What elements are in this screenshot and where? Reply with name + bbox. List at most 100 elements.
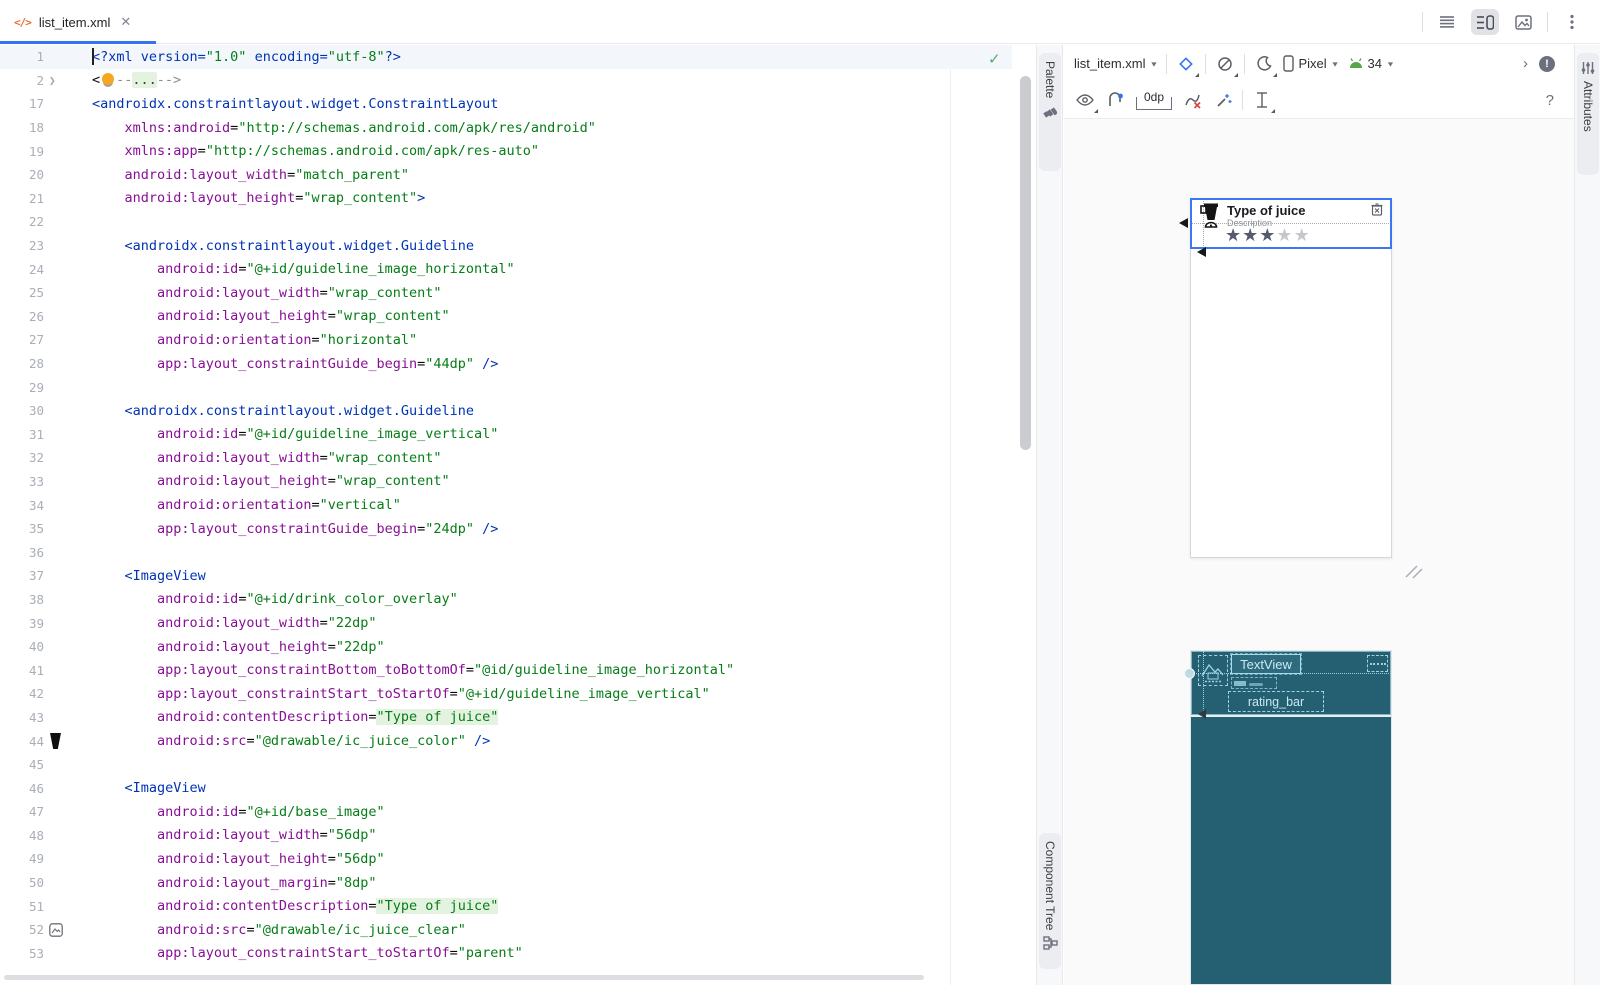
code-line[interactable]: 40 android:layout_height="22dp" xyxy=(0,635,1012,659)
blueprint-left-anchor-handle[interactable] xyxy=(1184,668,1195,679)
editor-vertical-scrollbar[interactable] xyxy=(1020,76,1031,450)
code-text[interactable]: app:layout_constraintGuide_begin="24dp" … xyxy=(92,521,498,537)
code-line[interactable]: 36 xyxy=(0,540,1012,564)
code-line[interactable]: 20 android:layout_width="match_parent" xyxy=(0,163,1012,187)
code-line[interactable]: 26 android:layout_height="wrap_content" xyxy=(0,305,1012,329)
code-line[interactable]: 1<?xml version="1.0" encoding="utf-8"?> xyxy=(0,45,1012,69)
code-text[interactable]: android:id="@+id/guideline_image_vertica… xyxy=(92,426,498,442)
tab-list-item-xml[interactable]: </> list_item.xml ✕ xyxy=(0,0,156,44)
blueprint-device-frame[interactable]: TextView rating_bar xyxy=(1190,650,1392,985)
preview-rating-bar[interactable]: ★★★★★ xyxy=(1225,225,1311,246)
code-line[interactable]: 21 android:layout_height="wrap_content"> xyxy=(0,187,1012,211)
code-text[interactable]: android:contentDescription="Type of juic… xyxy=(92,709,498,725)
preview-title-textview[interactable]: Type of juice xyxy=(1227,203,1306,218)
design-file-selector[interactable]: list_item.xml ▼ xyxy=(1074,56,1158,71)
code-line[interactable]: 45 xyxy=(0,753,1012,777)
code-line[interactable]: 25 android:layout_width="wrap_content" xyxy=(0,281,1012,305)
code-text[interactable]: android:layout_height="22dp" xyxy=(92,639,385,655)
code-text[interactable]: android:layout_width="wrap_content" xyxy=(92,285,442,301)
code-line[interactable]: 28 app:layout_constraintGuide_begin="44d… xyxy=(0,352,1012,376)
inspections-ok-icon[interactable]: ✓ xyxy=(988,50,1001,68)
code-line[interactable]: 39 android:layout_width="22dp" xyxy=(0,611,1012,635)
star-filled-icon[interactable]: ★ xyxy=(1225,225,1242,245)
code-line[interactable]: 37 <ImageView xyxy=(0,564,1012,588)
code-text[interactable]: android:layout_width="match_parent" xyxy=(92,167,409,183)
orientation-button[interactable] xyxy=(1214,53,1236,75)
blueprint-description-textview[interactable] xyxy=(1231,677,1277,689)
pack-align-button[interactable] xyxy=(1251,89,1273,111)
drawable-preview-icon[interactable] xyxy=(49,923,63,937)
code-line[interactable]: 33 android:layout_height="wrap_content" xyxy=(0,470,1012,494)
code-text[interactable]: android:layout_width="22dp" xyxy=(92,615,377,631)
code-text[interactable]: android:layout_height="wrap_content" xyxy=(92,308,450,324)
star-filled-icon[interactable]: ★ xyxy=(1242,225,1259,245)
code-line[interactable]: 27 android:orientation="horizontal" xyxy=(0,328,1012,352)
blueprint-delete-imageview[interactable] xyxy=(1367,655,1388,672)
code-text[interactable]: <androidx.constraintlayout.widget.Guidel… xyxy=(92,238,474,254)
code-line[interactable]: 52 android:src="@drawable/ic_juice_clear… xyxy=(0,918,1012,942)
code-line[interactable]: 50 android:layout_margin="8dp" xyxy=(0,871,1012,895)
code-text[interactable]: xmlns:android="http://schemas.android.co… xyxy=(92,120,596,136)
code-line[interactable]: 17<androidx.constraintlayout.widget.Cons… xyxy=(0,92,1012,116)
juice-drawable-preview-icon[interactable] xyxy=(49,733,62,749)
code-text[interactable]: <androidx.constraintlayout.widget.Constr… xyxy=(92,96,498,112)
help-button[interactable]: ? xyxy=(1546,92,1554,109)
night-mode-button[interactable] xyxy=(1253,53,1275,75)
code-line[interactable]: 44 android:src="@drawable/ic_juice_color… xyxy=(0,729,1012,753)
code-line[interactable]: 34 android:orientation="vertical" xyxy=(0,493,1012,517)
design-view-button[interactable] xyxy=(1509,9,1537,35)
clear-constraints-button[interactable] xyxy=(1182,89,1204,111)
code-text[interactable]: android:src="@drawable/ic_juice_clear" xyxy=(92,922,466,938)
code-line[interactable]: 30 <androidx.constraintlayout.widget.Gui… xyxy=(0,399,1012,423)
code-line[interactable]: 32 android:layout_width="wrap_content" xyxy=(0,446,1012,470)
code-line[interactable]: 43 android:contentDescription="Type of j… xyxy=(0,706,1012,730)
code-text[interactable]: app:layout_constraintStart_toStartOf="@+… xyxy=(92,686,710,702)
code-text[interactable]: app:layout_constraintGuide_begin="44dp" … xyxy=(92,356,498,372)
design-canvas[interactable]: Type of juice Description ★★★★★ xyxy=(1064,119,1574,985)
editor-options-kebab-icon[interactable] xyxy=(1558,9,1586,35)
blender-icon[interactable] xyxy=(1200,203,1222,231)
star-filled-icon[interactable]: ★ xyxy=(1259,225,1276,245)
star-empty-icon[interactable]: ★ xyxy=(1276,225,1293,245)
code-text[interactable]: app:layout_constraintStart_toStartOf="pa… xyxy=(92,945,523,961)
fold-chevron-icon[interactable]: ❯ xyxy=(49,74,56,87)
code-line[interactable]: 35 app:layout_constraintGuide_begin="24d… xyxy=(0,517,1012,541)
code-line[interactable]: 38 android:id="@+id/drink_color_overlay" xyxy=(0,588,1012,612)
code-line[interactable]: 31 android:id="@+id/guideline_image_vert… xyxy=(0,423,1012,447)
default-margin-control[interactable]: 0dp xyxy=(1134,88,1174,112)
code-text[interactable]: android:layout_margin="8dp" xyxy=(92,875,376,891)
code-text[interactable]: xmlns:app="http://schemas.android.com/ap… xyxy=(92,143,539,159)
code-line[interactable]: 18 xmlns:android="http://schemas.android… xyxy=(0,116,1012,140)
code-text[interactable]: android:layout_height="wrap_content"> xyxy=(92,190,425,206)
code-line[interactable]: 41 app:layout_constraintBottom_toBottomO… xyxy=(0,658,1012,682)
code-line[interactable]: 29 xyxy=(0,375,1012,399)
code-text[interactable]: android:layout_width="wrap_content" xyxy=(92,450,442,466)
code-text[interactable]: android:id="@+id/base_image" xyxy=(92,804,385,820)
constraint-anchor-left-icon[interactable] xyxy=(1179,218,1188,228)
code-line[interactable]: 46 <ImageView xyxy=(0,776,1012,800)
tab-close-icon[interactable]: ✕ xyxy=(120,14,131,30)
code-text[interactable]: android:layout_height="wrap_content" xyxy=(92,473,450,489)
code-text[interactable]: android:layout_height="56dp" xyxy=(92,851,385,867)
canvas-resize-handle[interactable] xyxy=(1404,563,1424,579)
code-line[interactable]: 2❯<--...--> xyxy=(0,69,1012,93)
toolbar-overflow-chevron[interactable]: › xyxy=(1523,55,1528,72)
code-text[interactable]: android:src="@drawable/ic_juice_color" /… xyxy=(92,733,490,749)
constraint-anchor-bottom-icon[interactable] xyxy=(1197,247,1206,257)
code-text[interactable]: android:id="@+id/guideline_image_horizon… xyxy=(92,261,515,277)
code-editor[interactable]: 1<?xml version="1.0" encoding="utf-8"?> 2… xyxy=(0,45,1036,985)
issue-panel-button[interactable]: ! xyxy=(1536,53,1558,75)
code-text[interactable]: <ImageView xyxy=(92,568,206,584)
code-line[interactable]: 42 app:layout_constraintStart_toStartOf=… xyxy=(0,682,1012,706)
code-text[interactable]: android:id="@+id/drink_color_overlay" xyxy=(92,591,458,607)
code-text[interactable]: <--...--> xyxy=(92,72,181,88)
intention-bulb-icon[interactable] xyxy=(102,73,114,85)
blueprint-textview[interactable]: TextView xyxy=(1231,654,1301,674)
code-text[interactable]: android:layout_width="56dp" xyxy=(92,827,377,843)
code-text[interactable]: <androidx.constraintlayout.widget.Guidel… xyxy=(92,403,474,419)
code-line[interactable]: 19 xmlns:app="http://schemas.android.com… xyxy=(0,139,1012,163)
code-line[interactable]: 51 android:contentDescription="Type of j… xyxy=(0,894,1012,918)
code-line[interactable]: 22 xyxy=(0,210,1012,234)
code-line[interactable]: 49 android:layout_height="56dp" xyxy=(0,847,1012,871)
code-line[interactable]: 24 android:id="@+id/guideline_image_hori… xyxy=(0,257,1012,281)
